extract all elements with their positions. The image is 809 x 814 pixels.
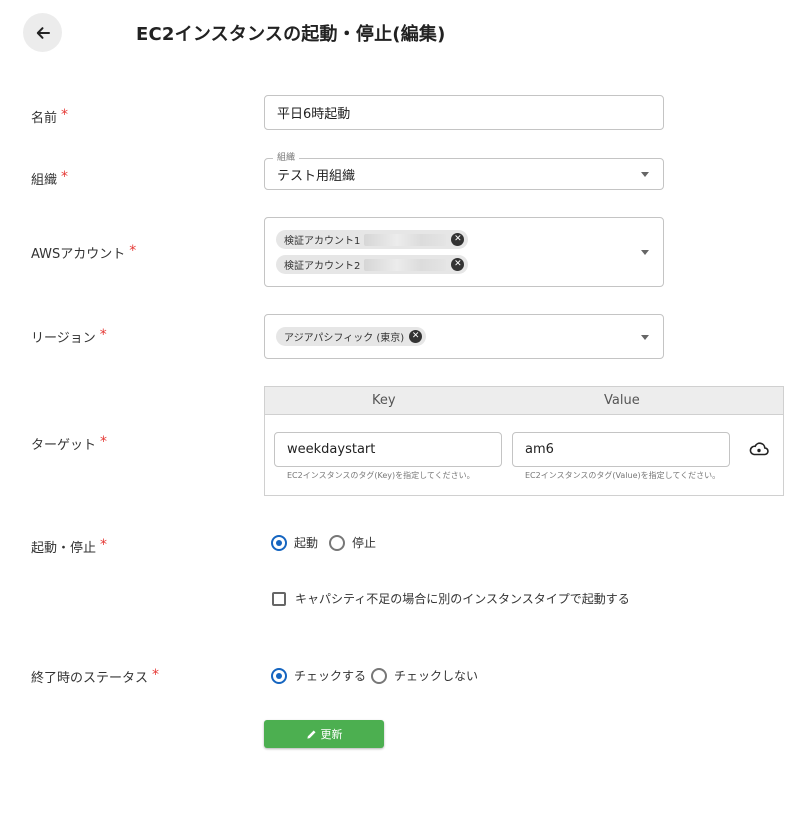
- required-mark: *: [100, 434, 108, 450]
- redacted-account-id: [364, 258, 447, 271]
- chevron-down-icon: [641, 334, 649, 340]
- tag-cloud-icon[interactable]: [749, 441, 769, 461]
- radio-checked-icon: [271, 667, 287, 684]
- tag-key-input[interactable]: weekdaystart: [274, 432, 502, 467]
- radio-no-check[interactable]: チェックしない: [371, 667, 478, 684]
- name-label: 名前 *: [31, 107, 69, 126]
- name-input[interactable]: 平日6時起動: [264, 95, 664, 130]
- radio-unchecked-icon: [371, 667, 387, 684]
- tag-value-help: EC2インスタンスのタグ(Value)を指定してください。: [525, 471, 721, 480]
- org-select[interactable]: 組織 テスト用組織: [264, 152, 664, 190]
- chevron-down-icon: [641, 250, 649, 255]
- required-mark: *: [100, 537, 108, 553]
- radio-stop[interactable]: 停止: [329, 534, 376, 551]
- org-select-value: テスト用組織: [277, 168, 356, 184]
- redacted-account-id: [364, 233, 447, 246]
- required-mark: *: [61, 107, 69, 123]
- name-input-value: 平日6時起動: [277, 107, 351, 122]
- tag-table-header: Key Value: [265, 387, 783, 415]
- required-mark: *: [61, 169, 69, 185]
- region-label: リージョン *: [31, 327, 107, 346]
- radio-checked-icon: [271, 534, 287, 551]
- org-label: 組織 *: [31, 169, 69, 188]
- radio-unchecked-icon: [329, 534, 345, 551]
- chip-remove-icon[interactable]: ✕: [409, 330, 423, 343]
- region-select[interactable]: アジアパシフィック (東京) ✕: [264, 314, 664, 359]
- aws-account-select[interactable]: 検証アカウント1 ✕ 検証アカウント2 ✕: [264, 217, 664, 287]
- aws-account-chip: 検証アカウント2 ✕: [276, 255, 469, 274]
- radio-start[interactable]: 起動: [271, 534, 318, 551]
- aws-account-label: AWSアカウント *: [31, 243, 137, 262]
- tag-value-input[interactable]: am6: [512, 432, 730, 467]
- chip-remove-icon[interactable]: ✕: [451, 258, 465, 271]
- org-select-legend: 組織: [273, 152, 300, 164]
- key-column-header: Key: [372, 393, 396, 408]
- radio-check[interactable]: チェックする: [271, 667, 366, 684]
- aws-account-chip: 検証アカウント1 ✕: [276, 230, 469, 249]
- action-label: 起動・停止 *: [31, 537, 108, 556]
- arrow-left-icon: [36, 26, 50, 39]
- chevron-down-icon: [641, 172, 649, 177]
- pencil-icon: [306, 729, 316, 739]
- tag-table: Key Value weekdaystart EC2インスタンスのタグ(Key)…: [264, 386, 784, 496]
- update-button[interactable]: 更新: [264, 720, 384, 748]
- status-label: 終了時のステータス *: [31, 667, 160, 686]
- required-mark: *: [152, 667, 160, 683]
- back-button[interactable]: [23, 13, 62, 52]
- required-mark: *: [99, 327, 107, 343]
- tag-key-help: EC2インスタンスのタグ(Key)を指定してください。: [287, 471, 475, 480]
- page-title: EC2インスタンスの起動・停止(編集): [136, 24, 446, 45]
- region-chip: アジアパシフィック (東京) ✕: [276, 327, 427, 346]
- target-label: ターゲット *: [31, 434, 108, 453]
- chip-remove-icon[interactable]: ✕: [451, 233, 465, 246]
- capacity-fallback-checkbox[interactable]: キャパシティ不足の場合に別のインスタンスタイプで起動する: [272, 590, 630, 607]
- checkbox-unchecked-icon: [272, 591, 286, 606]
- required-mark: *: [129, 243, 137, 259]
- value-column-header: Value: [604, 393, 640, 408]
